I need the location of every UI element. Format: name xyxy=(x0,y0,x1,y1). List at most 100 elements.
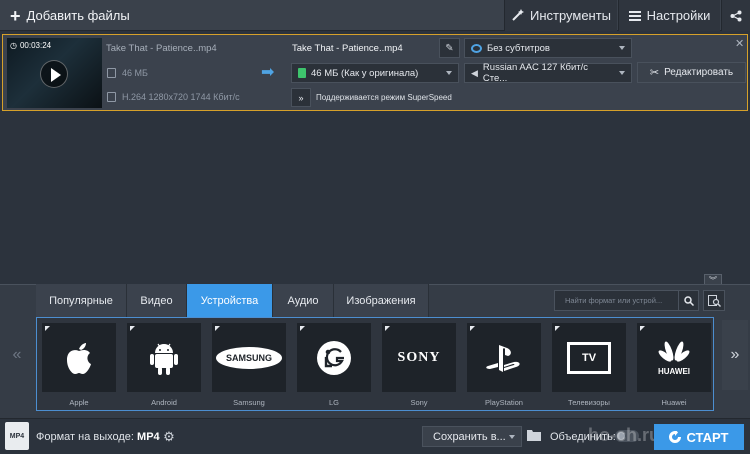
tv-logo-text: TV xyxy=(567,341,611,374)
device-apple[interactable]: Apple xyxy=(42,323,116,411)
file-icon xyxy=(298,68,306,78)
source-size-label: 46 МБ xyxy=(122,68,148,78)
edit-button[interactable]: ✂ Редактировать xyxy=(637,62,746,83)
sony-logo-text: SONY xyxy=(397,349,441,365)
duration-label: 00:03:24 xyxy=(19,41,52,50)
device-label: Apple xyxy=(69,398,89,407)
tv-icon: TV xyxy=(552,323,626,392)
chevron-down-icon xyxy=(619,46,625,50)
film-icon xyxy=(107,92,116,102)
tab-images[interactable]: Изображения xyxy=(334,284,429,317)
chevron-down-icon xyxy=(619,71,625,75)
output-size-label: 46 МБ (Как у оригинала) xyxy=(311,67,419,79)
edit-label: Редактировать xyxy=(664,67,734,78)
source-codec: H.264 1280x720 1744 Кбит/с xyxy=(107,92,240,102)
device-label: Sony xyxy=(410,398,428,407)
output-size-select[interactable]: 46 МБ (Как у оригинала) xyxy=(291,63,459,83)
device-label: PlayStation xyxy=(485,398,523,407)
mp4-icon-text: MP4 xyxy=(9,432,25,440)
search-file-icon xyxy=(707,294,721,307)
scroll-left-button[interactable]: « xyxy=(4,320,30,390)
device-label: Huawei xyxy=(661,398,687,407)
tools-button[interactable]: Инструменты xyxy=(504,0,617,31)
device-label: LG xyxy=(328,398,339,407)
samsung-logo-text: SAMSUNG xyxy=(216,346,282,369)
add-files-label: Добавить файлы xyxy=(26,8,130,23)
huawei-logo-text: HUAWEI xyxy=(658,366,690,376)
device-sony[interactable]: SONY Sony xyxy=(382,323,456,411)
clock-icon: ◷ xyxy=(10,41,17,50)
output-format-label: Формат на выходе: xyxy=(36,431,134,443)
superspeed-label: Поддерживается режим SuperSpeed xyxy=(316,93,452,102)
source-name-label: Take That - Patience..mp4 xyxy=(106,43,217,54)
share-button[interactable] xyxy=(721,0,750,31)
add-files-button[interactable]: + Добавить файлы xyxy=(0,0,132,31)
playstation-logo-icon xyxy=(467,323,541,392)
samsung-logo-icon: SAMSUNG xyxy=(212,323,286,392)
tab-video[interactable]: Видео xyxy=(127,284,187,317)
tab-audio[interactable]: Аудио xyxy=(273,284,334,317)
output-name: Take That - Patience..mp4 xyxy=(292,43,403,54)
tab-popular[interactable]: Популярные xyxy=(36,284,127,317)
play-icon[interactable] xyxy=(40,60,68,88)
settings-label: Настройки xyxy=(646,8,711,23)
scissors-icon: ✂ xyxy=(649,67,660,79)
rename-button[interactable]: ✎ xyxy=(439,38,460,58)
audio-label: Russian AAC 127 Кбит/с Сте... xyxy=(482,62,589,84)
chevron-down-icon xyxy=(446,71,452,75)
source-size: 46 МБ xyxy=(107,68,148,78)
start-button[interactable]: СТАРТ xyxy=(654,424,744,450)
format-search-input[interactable]: Найти формат или устрой... xyxy=(554,290,699,311)
close-icon[interactable]: ✕ xyxy=(735,37,744,50)
menu-icon xyxy=(628,10,641,21)
subtitles-select[interactable]: Без субтитров xyxy=(464,38,632,58)
device-huawei[interactable]: HUAWEI Huawei xyxy=(637,323,711,411)
tab-devices[interactable]: Устройства xyxy=(187,284,273,317)
file-icon xyxy=(107,68,116,78)
save-to-label: Сохранить в... xyxy=(433,430,506,443)
tab-label: Видео xyxy=(140,294,173,307)
convert-icon xyxy=(669,431,682,443)
settings-button[interactable]: Настройки xyxy=(618,0,720,31)
device-tv[interactable]: TV Телевизоры xyxy=(552,323,626,411)
apple-logo-icon xyxy=(42,323,116,392)
file-row[interactable]: ◷ 00:03:24 Take That - Patience..mp4 46 … xyxy=(2,34,748,111)
tab-label: Изображения xyxy=(346,294,416,307)
convert-arrow-icon: ➡ xyxy=(261,64,275,81)
tools-label: Инструменты xyxy=(529,8,612,23)
sony-logo-icon: SONY xyxy=(382,323,456,392)
share-icon xyxy=(730,10,742,21)
output-format: Формат на выходе: MP4 xyxy=(36,431,160,443)
format-settings-button[interactable]: ⚙ xyxy=(160,428,178,446)
gear-icon: ⚙ xyxy=(163,429,175,444)
watermark: ho-ch.ru xyxy=(588,425,660,445)
video-thumbnail[interactable]: ◷ 00:03:24 xyxy=(7,38,102,108)
find-format-button[interactable] xyxy=(703,290,725,311)
search-placeholder: Найти формат или устрой... xyxy=(565,296,663,305)
audio-select[interactable]: ◀ Russian AAC 127 Кбит/с Сте... xyxy=(464,62,632,84)
device-playstation[interactable]: PlayStation xyxy=(467,323,541,411)
format-tabs: Популярные Видео Устройства Аудио Изобра… xyxy=(36,284,429,317)
lg-logo-icon xyxy=(297,323,371,392)
output-format-value: MP4 xyxy=(137,431,160,443)
chevron-right-icon: » xyxy=(730,346,740,363)
device-android[interactable]: Android xyxy=(127,323,201,411)
chevron-left-icon: « xyxy=(12,346,22,363)
scroll-right-button[interactable]: » xyxy=(722,320,748,390)
device-lg[interactable]: LG xyxy=(297,323,371,411)
device-label: Телевизоры xyxy=(568,398,610,407)
tab-label: Устройства xyxy=(200,294,259,307)
save-to-button[interactable]: Сохранить в... xyxy=(422,426,522,447)
subtitles-icon xyxy=(471,43,482,53)
folder-icon[interactable] xyxy=(527,429,541,441)
tab-label: Аудио xyxy=(287,294,319,307)
source-codec-label: H.264 1280x720 1744 Кбит/с xyxy=(122,92,240,102)
pencil-icon: ✎ xyxy=(445,42,454,54)
device-label: Android xyxy=(151,398,177,407)
speaker-icon: ◀ xyxy=(471,67,478,78)
device-samsung[interactable]: SAMSUNG Samsung xyxy=(212,323,286,411)
chevron-down-icon xyxy=(509,435,515,439)
search-icon[interactable] xyxy=(678,291,698,310)
device-label: Samsung xyxy=(233,398,265,407)
start-label: СТАРТ xyxy=(686,429,729,445)
